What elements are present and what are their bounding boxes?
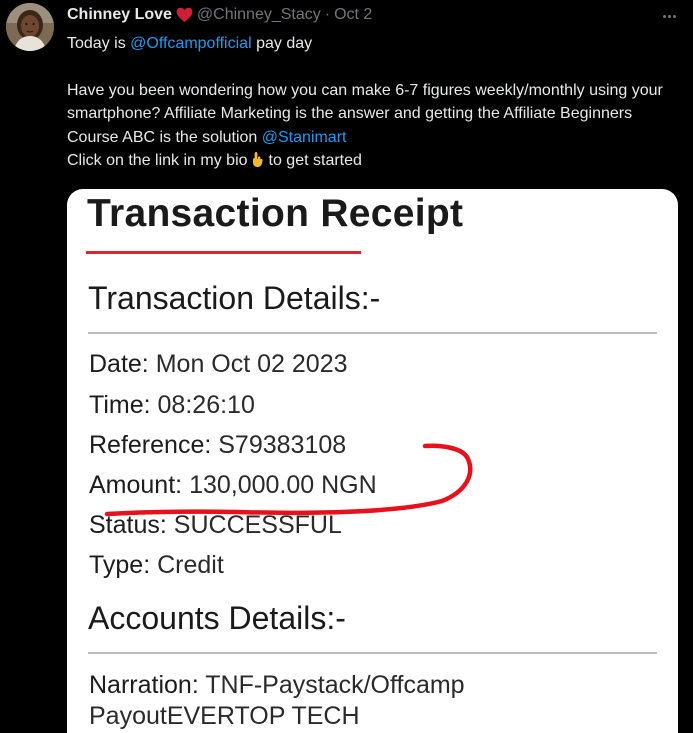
narration-row-continued: PayoutEVERTOP TECH (89, 702, 360, 731)
tweet-line-1-prefix: Today is (67, 35, 131, 52)
transaction-details-heading: Transaction Details:- (88, 280, 381, 316)
narration-value-line-1: TNF-Paystack/Offcamp (205, 671, 465, 699)
time-value: 08:26:10 (157, 391, 255, 419)
avatar-image (6, 3, 54, 51)
amount-label: Amount: (89, 471, 183, 499)
tweet-text: Today is @Offcampofficial pay day Have y… (67, 32, 677, 173)
amount-row: Amount: 130,000.00 NGN (89, 471, 377, 500)
user-handle[interactable]: @Chinney_Stacy (197, 6, 321, 24)
type-row: Type: Credit (89, 551, 224, 580)
mention-stanimart[interactable]: @Stanimart (262, 129, 347, 146)
receipt-title: Transaction Receipt (87, 192, 464, 235)
accounts-details-heading: Accounts Details:- (88, 600, 346, 636)
time-label: Time: (89, 391, 151, 419)
section-divider (88, 652, 657, 654)
reference-row: Reference: S79383108 (89, 431, 346, 460)
tweet-date[interactable]: Oct 2 (334, 6, 372, 24)
tweet-paragraph-2-text: Have you been wondering how you can make… (67, 81, 663, 146)
status-label: Status: (89, 511, 167, 539)
display-name[interactable]: Chinney Love (67, 6, 172, 24)
tweet-line-1-suffix: pay day (251, 35, 313, 52)
separator-dot: · (324, 6, 331, 23)
date-row: Date: Mon Oct 02 2023 (89, 350, 348, 379)
reference-label: Reference: (89, 431, 212, 459)
tweet-line-1: Today is @Offcampofficial pay day (67, 32, 677, 56)
type-value: Credit (157, 551, 224, 579)
transaction-receipt: Transaction Receipt Transaction Details:… (67, 189, 678, 733)
tweet-line-3: Click on the link in my bio to get starte… (67, 149, 677, 173)
more-options-icon[interactable] (659, 6, 679, 26)
time-row: Time: 08:26:10 (89, 391, 255, 420)
date-label: Date: (89, 350, 149, 378)
status-value: SUCCESSFUL (173, 511, 342, 539)
title-underline (86, 251, 361, 254)
raised-hand-icon (251, 151, 265, 168)
narration-row: Narration: TNF-Paystack/Offcamp (89, 671, 465, 700)
date-value: Mon Oct 02 2023 (155, 350, 348, 378)
reference-value: S79383108 (218, 431, 347, 459)
tweet-paragraph-2: Have you been wondering how you can make… (67, 79, 677, 150)
mention-offcampofficial[interactable]: @Offcampofficial (130, 35, 251, 52)
avatar[interactable] (6, 3, 54, 51)
amount-value: 130,000.00 NGN (189, 471, 377, 499)
heart-icon (176, 7, 193, 23)
attached-receipt-image[interactable]: Transaction Receipt Transaction Details:… (67, 189, 678, 733)
narration-label: Narration: (89, 671, 199, 699)
status-row: Status: SUCCESSFUL (89, 511, 342, 540)
narration-value-line-2: PayoutEVERTOP TECH (89, 702, 360, 730)
tweet-header: Chinney Love @Chinney_Stacy · Oct 2 (67, 4, 372, 26)
tweet-line-3-suffix: to get started (268, 152, 362, 169)
type-label: Type: (89, 551, 151, 579)
tweet-line-3-prefix: Click on the link in my bio (67, 152, 248, 169)
section-divider (88, 332, 657, 334)
